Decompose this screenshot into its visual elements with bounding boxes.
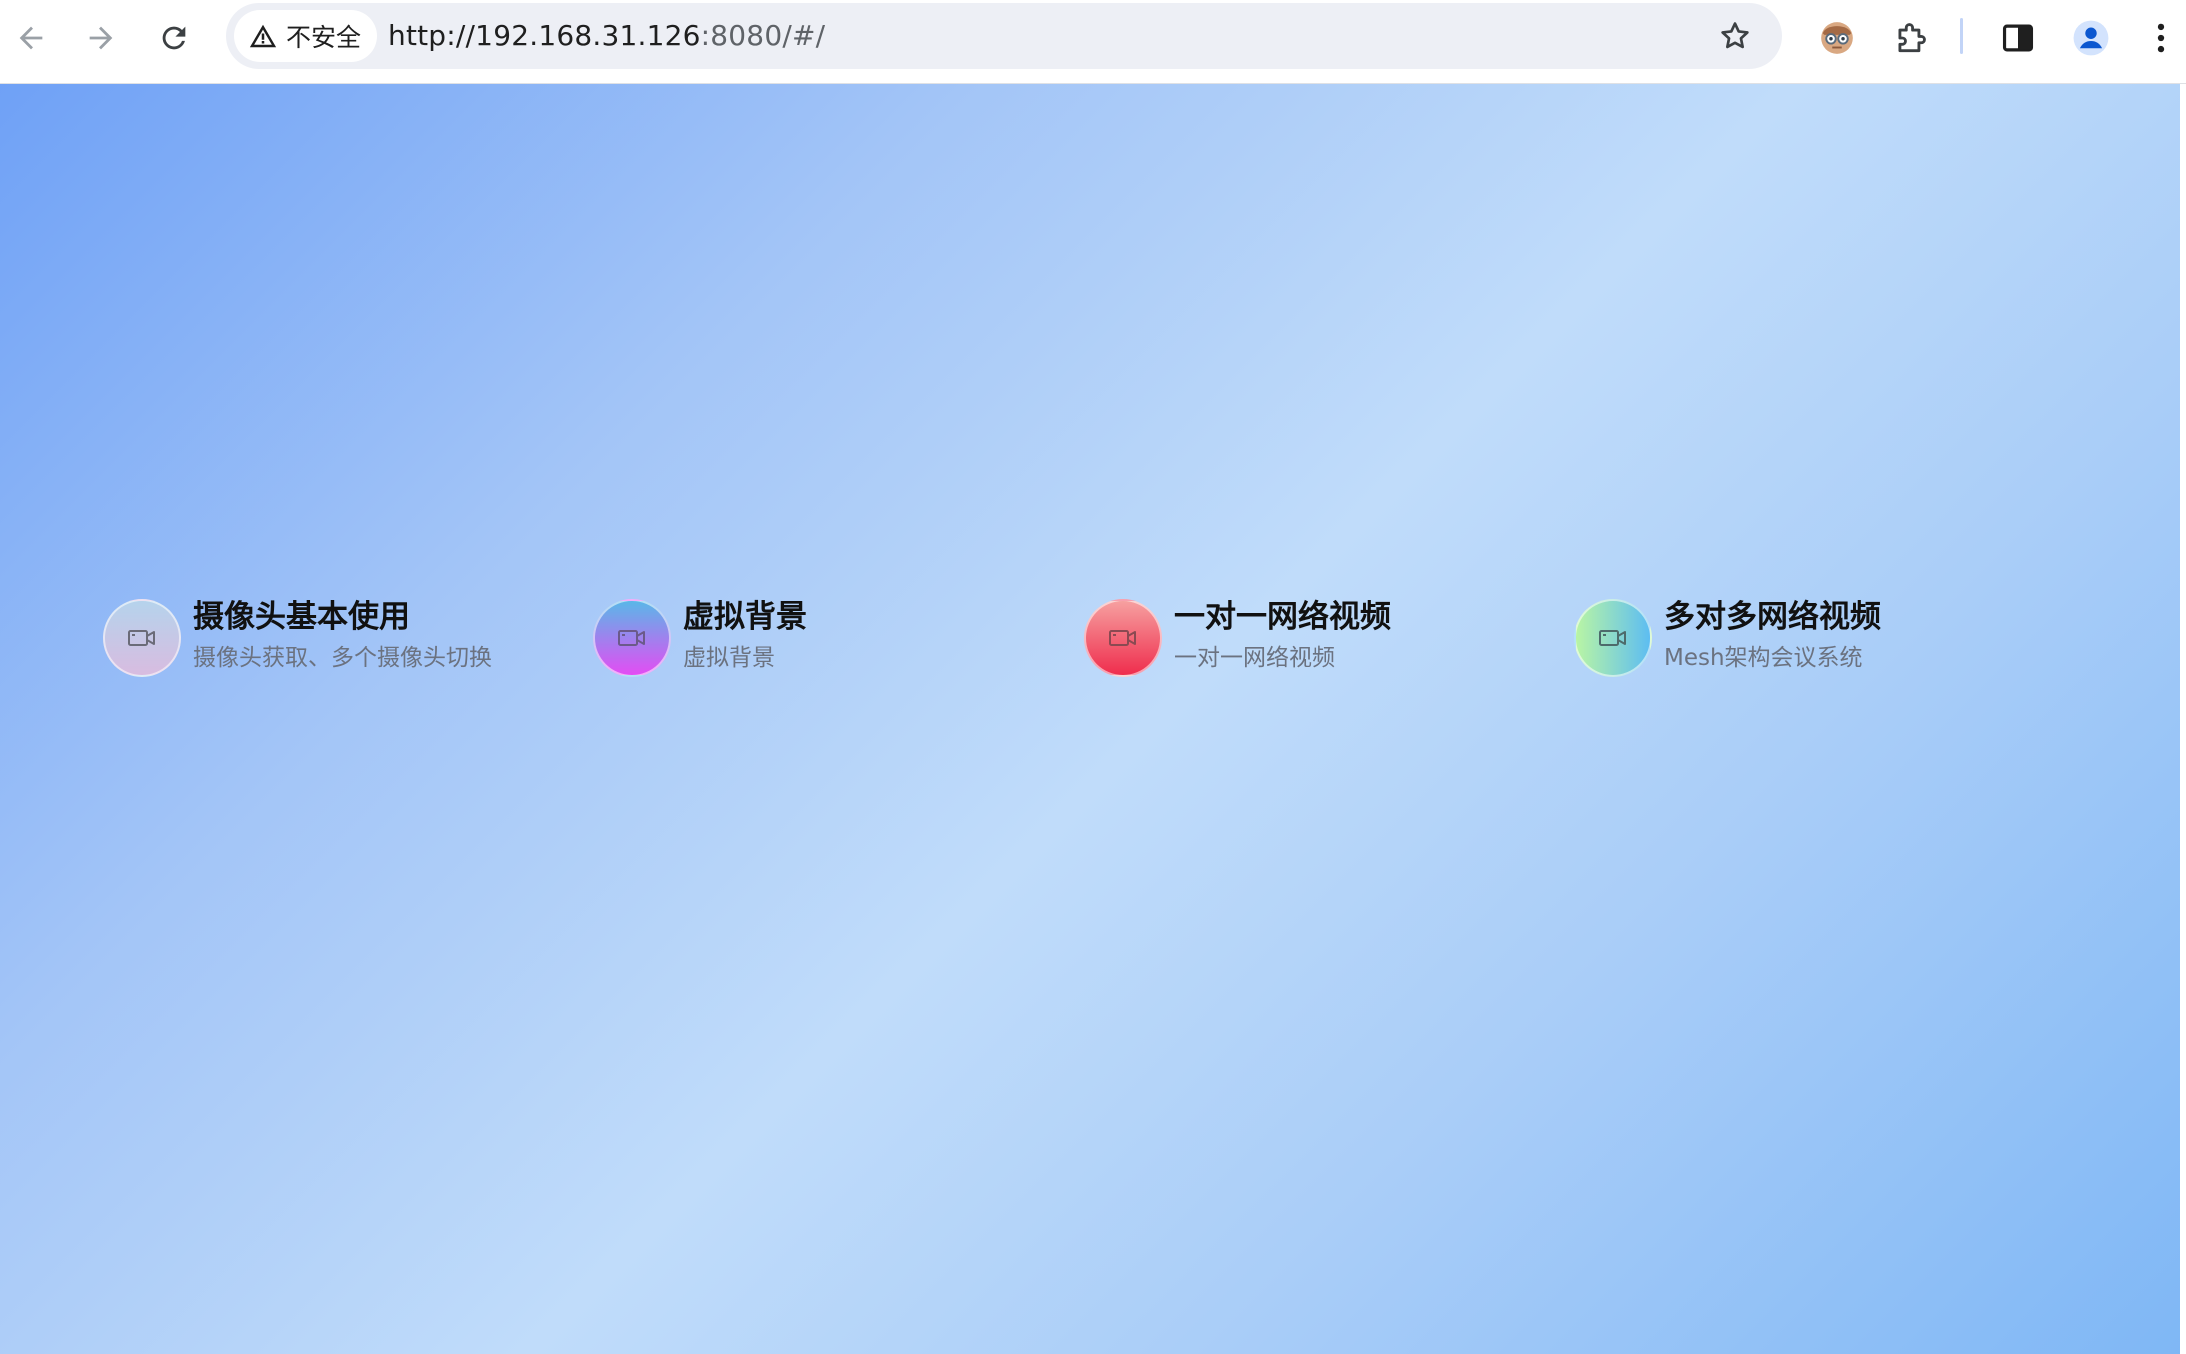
card-icon-circle <box>593 599 671 677</box>
security-label: 不安全 <box>286 23 362 52</box>
card-camera-basics[interactable]: 摄像头基本使用 摄像头获取、多个摄像头切换 <box>103 596 523 682</box>
profile-button[interactable] <box>2066 13 2116 63</box>
video-camera-icon <box>1599 630 1626 646</box>
card-title: 虚拟背景 <box>683 599 807 635</box>
extension-face-icon <box>1821 22 1853 54</box>
card-icon-circle <box>1574 599 1652 677</box>
card-title: 一对一网络视频 <box>1174 599 1391 635</box>
url-text[interactable]: http://192.168.31.126:8080/#/ <box>388 3 825 69</box>
more-vertical-icon <box>2157 23 2165 53</box>
page-content <box>0 84 2180 1354</box>
card-subtitle: 虚拟背景 <box>683 645 775 671</box>
star-icon <box>1721 22 1749 49</box>
toolbar-divider <box>1960 18 1963 54</box>
reload-button[interactable] <box>149 13 199 63</box>
card-subtitle: 摄像头获取、多个摄像头切换 <box>193 645 492 671</box>
window-edge <box>2180 84 2186 1354</box>
video-camera-icon <box>128 630 155 646</box>
url-host: http://192.168.31.126 <box>388 19 701 52</box>
side-panel-icon <box>2002 24 2034 52</box>
video-camera-icon <box>618 630 645 646</box>
card-icon-circle <box>1084 599 1162 677</box>
card-title: 多对多网络视频 <box>1664 599 1881 635</box>
card-virtual-background[interactable]: 虚拟背景 虚拟背景 <box>593 596 913 682</box>
browser-window: 不安全 http://192.168.31.126:8080/#/ 摄像头基本使… <box>0 0 2186 1354</box>
back-button[interactable] <box>6 13 56 63</box>
card-one-to-one-video[interactable]: 一对一网络视频 一对一网络视频 <box>1084 596 1444 682</box>
security-chip[interactable]: 不安全 <box>234 10 378 62</box>
puzzle-icon <box>1898 23 1926 53</box>
feature-card-list: 摄像头基本使用 摄像头获取、多个摄像头切换 虚拟背景 虚拟背景 一对一网络视频 … <box>103 596 2063 682</box>
bookmark-star-button[interactable] <box>1712 13 1758 59</box>
card-icon-circle <box>103 599 181 677</box>
arrow-right-icon <box>89 26 113 50</box>
arrow-left-icon <box>19 26 43 50</box>
video-camera-icon <box>1109 630 1136 646</box>
extensions-button[interactable] <box>1886 13 1936 63</box>
card-many-to-many-video[interactable]: 多对多网络视频 Mesh架构会议系统 <box>1574 596 1954 682</box>
menu-button[interactable] <box>2136 13 2186 63</box>
address-bar[interactable]: 不安全 http://192.168.31.126:8080/#/ <box>226 3 1782 69</box>
forward-button[interactable] <box>76 13 126 63</box>
extension-avatar-button[interactable] <box>1812 13 1862 63</box>
card-title: 摄像头基本使用 <box>193 599 410 635</box>
side-panel-button[interactable] <box>1993 13 2043 63</box>
card-subtitle: Mesh架构会议系统 <box>1664 645 1863 671</box>
reload-icon <box>162 26 186 50</box>
card-subtitle: 一对一网络视频 <box>1174 645 1335 671</box>
profile-avatar-icon <box>2073 20 2109 56</box>
url-port-path: :8080/#/ <box>700 19 826 52</box>
warning-icon <box>249 24 277 48</box>
browser-toolbar: 不安全 http://192.168.31.126:8080/#/ <box>0 0 2186 84</box>
